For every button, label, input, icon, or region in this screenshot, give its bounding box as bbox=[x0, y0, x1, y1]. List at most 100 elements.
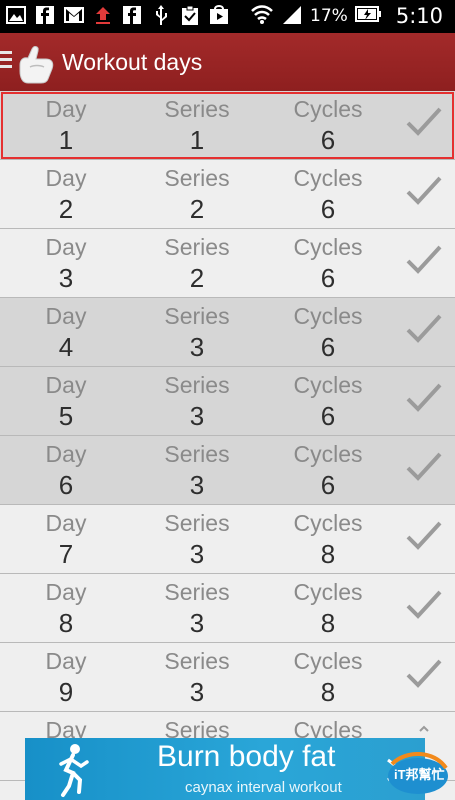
day-cell: Day 6 bbox=[6, 440, 126, 502]
cycles-label: Cycles bbox=[293, 165, 363, 191]
ad-title: Burn body fat bbox=[157, 740, 336, 773]
runner-icon bbox=[53, 742, 93, 798]
notification-icons bbox=[6, 5, 229, 25]
cycles-label: Cycles bbox=[293, 510, 363, 536]
series-cell: Series 2 bbox=[137, 233, 257, 295]
cycles-cell: Cycles 6 bbox=[268, 302, 388, 364]
ad-subtitle: caynax interval workout bbox=[185, 779, 342, 796]
watermark-text: iT邦幫忙 bbox=[394, 767, 445, 782]
cycles-value: 8 bbox=[320, 539, 336, 569]
series-value: 3 bbox=[189, 539, 205, 569]
day-cell: Day 3 bbox=[6, 233, 126, 295]
day-value: 6 bbox=[58, 470, 74, 500]
status-bar: 17% 5:10 bbox=[0, 0, 455, 33]
ad-banner[interactable]: Burn body fat caynax interval workout bbox=[25, 738, 425, 800]
cycles-value: 6 bbox=[320, 194, 336, 224]
series-value: 1 bbox=[189, 125, 205, 155]
day-cell: Day 7 bbox=[6, 509, 126, 571]
list-item[interactable]: Day 7 Series 3 Cycles 8 bbox=[0, 505, 455, 574]
day-cell: Day 8 bbox=[6, 578, 126, 640]
upload-icon bbox=[93, 5, 113, 25]
series-cell: Series 3 bbox=[137, 647, 257, 709]
series-label: Series bbox=[164, 165, 230, 191]
series-label: Series bbox=[164, 579, 230, 605]
series-label: Series bbox=[164, 510, 230, 536]
clipboard-check-icon bbox=[180, 5, 200, 25]
list-item[interactable]: Day 2 Series 2 Cycles 6 bbox=[0, 160, 455, 229]
day-value: 4 bbox=[58, 332, 74, 362]
day-cell: Day 9 bbox=[6, 647, 126, 709]
cycles-cell: Cycles 6 bbox=[268, 440, 388, 502]
app-logo-icon[interactable] bbox=[14, 41, 58, 85]
cycles-label: Cycles bbox=[293, 234, 363, 260]
cycles-value: 6 bbox=[320, 470, 336, 500]
series-cell: Series 3 bbox=[137, 440, 257, 502]
day-label: Day bbox=[45, 579, 87, 605]
day-label: Day bbox=[45, 96, 87, 122]
check-icon[interactable] bbox=[406, 314, 442, 344]
day-value: 3 bbox=[58, 263, 74, 293]
list-item[interactable]: Day 8 Series 3 Cycles 8 bbox=[0, 574, 455, 643]
series-cell: Series 3 bbox=[137, 578, 257, 640]
check-icon[interactable] bbox=[406, 383, 442, 413]
day-label: Day bbox=[45, 303, 87, 329]
list-item[interactable]: Day 1 Series 1 Cycles 6 bbox=[0, 91, 455, 160]
day-cell: Day 1 bbox=[6, 95, 126, 157]
day-value: 2 bbox=[58, 194, 74, 224]
series-value: 2 bbox=[189, 263, 205, 293]
check-icon[interactable] bbox=[406, 107, 442, 137]
list-item[interactable]: Day 6 Series 3 Cycles 6 bbox=[0, 436, 455, 505]
cycles-cell: Cycles 8 bbox=[268, 647, 388, 709]
day-cell: Day 2 bbox=[6, 164, 126, 226]
cycles-label: Cycles bbox=[293, 648, 363, 674]
day-label: Day bbox=[45, 510, 87, 536]
cycles-label: Cycles bbox=[293, 579, 363, 605]
check-icon[interactable] bbox=[406, 176, 442, 206]
series-cell: Series 3 bbox=[137, 302, 257, 364]
cycles-value: 8 bbox=[320, 677, 336, 707]
day-value: 8 bbox=[58, 608, 74, 638]
series-label: Series bbox=[164, 96, 230, 122]
day-value: 1 bbox=[58, 125, 74, 155]
battery-percent: 17% bbox=[310, 6, 348, 26]
workout-days-list[interactable]: Day 1 Series 1 Cycles 6 Day 2 Series 2 Cycles 6 Day 3… bbox=[0, 91, 455, 800]
facebook-icon bbox=[35, 5, 55, 25]
cycles-cell: Cycles 6 bbox=[268, 371, 388, 433]
day-value: 5 bbox=[58, 401, 74, 431]
cycles-label: Cycles bbox=[293, 372, 363, 398]
day-label: Day bbox=[45, 372, 87, 398]
gmail-icon bbox=[64, 5, 84, 25]
series-value: 2 bbox=[189, 194, 205, 224]
list-item[interactable]: Day 4 Series 3 Cycles 6 bbox=[0, 298, 455, 367]
day-label: Day bbox=[45, 648, 87, 674]
check-icon[interactable] bbox=[406, 245, 442, 275]
cycles-cell: Cycles 8 bbox=[268, 509, 388, 571]
watermark-logo: iT邦幫忙 bbox=[386, 751, 450, 796]
day-value: 9 bbox=[58, 677, 74, 707]
day-cell: Day 5 bbox=[6, 371, 126, 433]
play-store-icon bbox=[209, 5, 229, 25]
check-icon[interactable] bbox=[406, 590, 442, 620]
check-icon[interactable] bbox=[406, 521, 442, 551]
cycles-label: Cycles bbox=[293, 303, 363, 329]
cycles-value: 8 bbox=[320, 608, 336, 638]
drawer-menu-icon[interactable] bbox=[0, 51, 12, 73]
series-value: 3 bbox=[189, 332, 205, 362]
page-title: Workout days bbox=[62, 49, 203, 75]
series-label: Series bbox=[164, 648, 230, 674]
list-item[interactable]: Day 9 Series 3 Cycles 8 bbox=[0, 643, 455, 712]
cycles-cell: Cycles 8 bbox=[268, 578, 388, 640]
series-value: 3 bbox=[189, 470, 205, 500]
day-label: Day bbox=[45, 441, 87, 467]
series-cell: Series 2 bbox=[137, 164, 257, 226]
cycles-value: 6 bbox=[320, 125, 336, 155]
day-value: 7 bbox=[58, 539, 74, 569]
series-value: 3 bbox=[189, 677, 205, 707]
list-item[interactable]: Day 3 Series 2 Cycles 6 bbox=[0, 229, 455, 298]
action-bar: Workout days bbox=[0, 33, 455, 91]
list-item[interactable]: Day 5 Series 3 Cycles 6 bbox=[0, 367, 455, 436]
check-icon[interactable] bbox=[406, 659, 442, 689]
day-label: Day bbox=[45, 165, 87, 191]
cycles-cell: Cycles 6 bbox=[268, 164, 388, 226]
check-icon[interactable] bbox=[406, 452, 442, 482]
